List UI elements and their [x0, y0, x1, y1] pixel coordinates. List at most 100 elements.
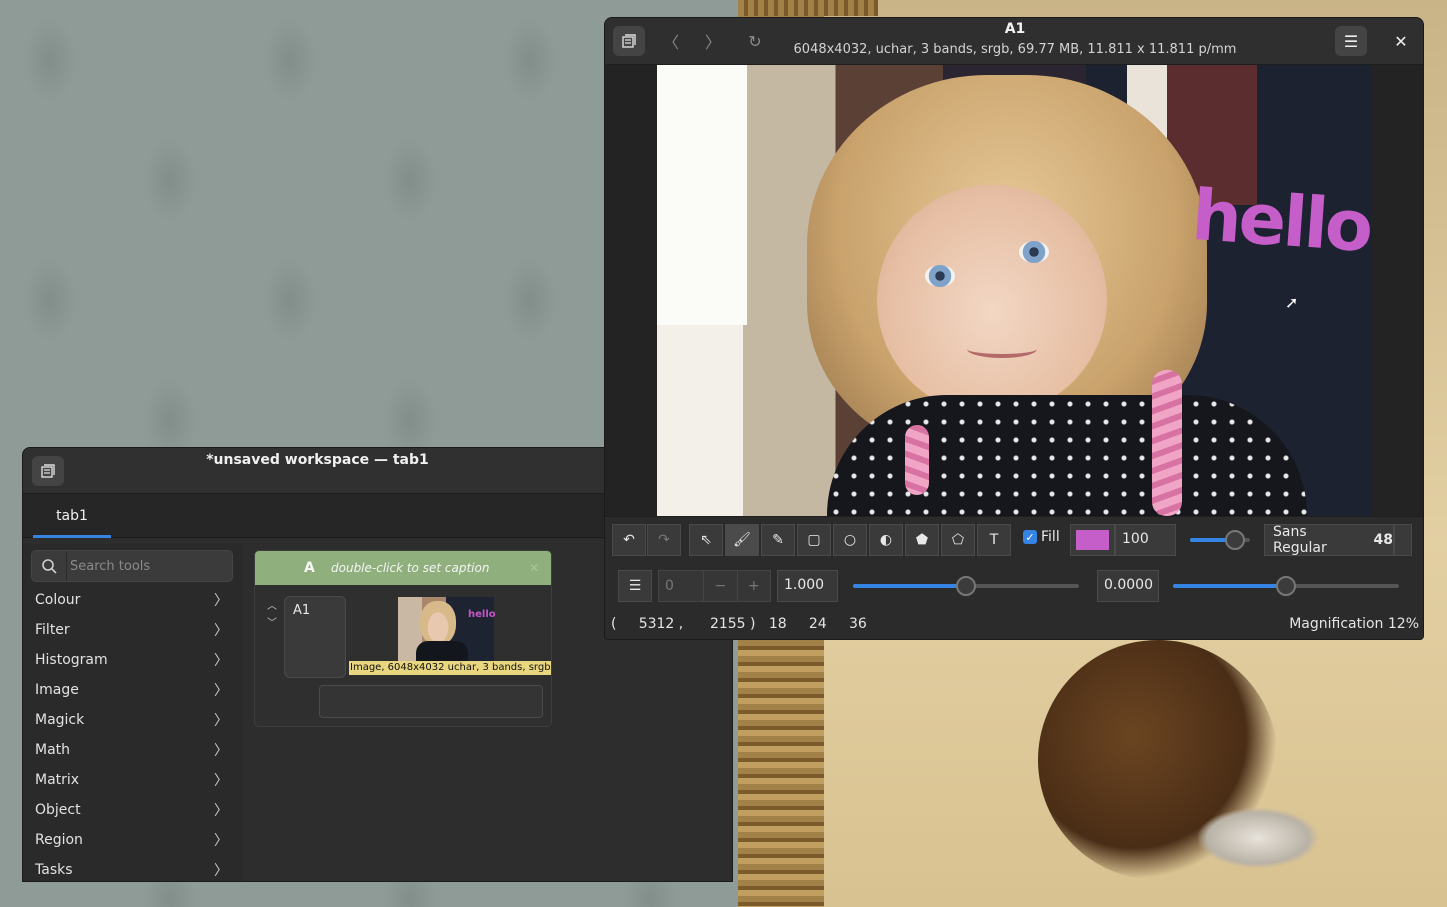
- node-expander[interactable]: ︿ ﹀: [265, 597, 279, 629]
- slider-knob[interactable]: [956, 576, 976, 596]
- column-node-a[interactable]: A double-click to set caption ✕ ︿ ﹀ A1 h…: [254, 550, 552, 727]
- offset-slider[interactable]: [1173, 576, 1399, 596]
- photo-face: [877, 185, 1107, 415]
- search-tools-input[interactable]: [70, 551, 230, 581]
- node-letter: A: [304, 560, 315, 576]
- viewer-menu-button[interactable]: ☰: [1335, 26, 1367, 56]
- ink-value-entry[interactable]: 100: [1115, 524, 1176, 556]
- display-menu-button[interactable]: ☰: [618, 570, 652, 602]
- chevron-right-icon: 〉: [214, 683, 228, 699]
- chevron-down-icon[interactable]: ﹀: [267, 614, 277, 629]
- category-magick[interactable]: Magick 〉: [23, 705, 242, 735]
- smudge-tool-button[interactable]: ⬠: [941, 524, 975, 556]
- redo-button[interactable]: ↷: [647, 524, 681, 556]
- category-object[interactable]: Object 〉: [23, 795, 242, 825]
- slider-fill: [853, 584, 966, 588]
- page-increment-button[interactable]: +: [736, 571, 770, 601]
- slider-knob[interactable]: [1276, 576, 1296, 596]
- scale-slider[interactable]: [853, 576, 1079, 596]
- image-thumbnail[interactable]: hello: [398, 597, 496, 661]
- back-button[interactable]: 〈: [655, 26, 687, 56]
- node-expression-entry[interactable]: [319, 685, 543, 718]
- chevron-right-icon: 〉: [214, 593, 228, 609]
- font-overflow-button[interactable]: [1394, 524, 1412, 556]
- fill-label: Fill: [1041, 529, 1060, 545]
- display-control-bar: ☰ 0 − + 1.000 0.0000: [605, 561, 1423, 611]
- scale-entry[interactable]: 1.000: [777, 570, 838, 602]
- fill-checkbox[interactable]: ✓ Fill: [1023, 529, 1060, 545]
- page-decrement-button[interactable]: −: [703, 571, 736, 601]
- chevron-right-icon: 〉: [214, 623, 228, 639]
- brush-size-slider[interactable]: [1190, 530, 1250, 550]
- viewer-canvas[interactable]: hello ➚: [605, 65, 1423, 516]
- magnification-label: Magnification 12%: [1289, 616, 1419, 632]
- redo-icon: ↷: [658, 532, 670, 548]
- hamburger-icon: ☰: [1343, 31, 1359, 51]
- paint-toolbar: ↶ ↷ ⇖ 🖌︎ ✎ ▢ ○ ◐ ⬟ ⬠ T ✓ Fill 100 Sans R…: [605, 516, 1423, 561]
- pages-icon: [622, 34, 636, 48]
- thumbnail-face: [420, 601, 456, 645]
- forward-button[interactable]: 〉: [697, 26, 729, 56]
- search-box: [31, 550, 233, 582]
- text-tool-button[interactable]: T: [977, 524, 1011, 556]
- page-spin-button[interactable]: 0 − +: [658, 570, 771, 602]
- font-chooser-button[interactable]: Sans Regular 48: [1264, 524, 1394, 556]
- category-matrix[interactable]: Matrix 〉: [23, 765, 242, 795]
- pixel-coordinates: ( 5312 , 2155 ) 18 24 36: [611, 616, 867, 632]
- tab-tab1[interactable]: tab1: [33, 494, 111, 538]
- contrast-icon: ◐: [879, 532, 893, 548]
- category-label: Matrix: [35, 772, 80, 788]
- displayed-image[interactable]: hello ➚: [657, 65, 1372, 516]
- chevron-up-icon[interactable]: ︿: [267, 597, 277, 612]
- slider-knob[interactable]: [1225, 530, 1245, 550]
- node-header[interactable]: A double-click to set caption ✕: [255, 551, 551, 585]
- rectangle-tool-button[interactable]: ▢: [797, 524, 831, 556]
- ink-colour-swatch: [1076, 530, 1109, 550]
- flood-tool-button[interactable]: ◐: [869, 524, 903, 556]
- pencil-icon: ✎: [772, 532, 784, 548]
- viewer-image-info: 6048x4032, uchar, 3 bands, srgb, 69.77 M…: [793, 42, 1237, 57]
- category-image[interactable]: Image 〉: [23, 675, 242, 705]
- font-size: 48: [1373, 532, 1393, 548]
- painted-hello-text: hello: [1189, 173, 1372, 269]
- viewer-header: 〈 〉 ↻ A1 6048x4032, uchar, 3 bands, srgb…: [605, 18, 1423, 65]
- fill-bucket-icon: ⬟: [915, 532, 929, 548]
- category-label: Region: [35, 832, 83, 848]
- viewer-pages-button[interactable]: [613, 26, 645, 56]
- close-icon[interactable]: ✕: [529, 561, 539, 575]
- category-tasks[interactable]: Tasks 〉: [23, 855, 242, 881]
- photo-window-light: [657, 65, 747, 325]
- node-caption[interactable]: double-click to set caption: [331, 561, 489, 575]
- ink-colour-button[interactable]: [1070, 524, 1115, 556]
- chevron-right-icon: 〉: [214, 743, 228, 759]
- close-button[interactable]: ✕: [1385, 26, 1417, 56]
- chevron-right-icon: 〉: [214, 713, 228, 729]
- chevron-right-icon: 〉: [214, 803, 228, 819]
- close-icon: ✕: [1394, 31, 1408, 51]
- undo-button[interactable]: ↶: [612, 524, 646, 556]
- page-value[interactable]: 0: [659, 571, 703, 601]
- category-label: Object: [35, 802, 81, 818]
- row-name-a1[interactable]: A1: [284, 596, 346, 678]
- category-math[interactable]: Math 〉: [23, 735, 242, 765]
- category-label: Filter: [35, 622, 70, 638]
- category-label: Image: [35, 682, 79, 698]
- offset-entry[interactable]: 0.0000: [1097, 570, 1159, 602]
- chevron-right-icon: 〉: [214, 863, 228, 879]
- category-colour[interactable]: Colour 〉: [23, 585, 242, 615]
- pen-tool-button[interactable]: ✎: [761, 524, 795, 556]
- category-filter[interactable]: Filter 〉: [23, 615, 242, 645]
- workspace-title: *unsaved workspace — tab1: [206, 452, 429, 468]
- painting-frame-top: [738, 0, 878, 16]
- ellipse-tool-button[interactable]: ○: [833, 524, 867, 556]
- polygon-icon: ⬠: [951, 532, 965, 548]
- brush-tool-button[interactable]: 🖌︎: [725, 524, 759, 556]
- select-tool-button[interactable]: ⇖: [689, 524, 723, 556]
- category-label: Magick: [35, 712, 85, 728]
- checkmark-icon: ✓: [1023, 530, 1037, 544]
- status-bar: ( 5312 , 2155 ) 18 24 36 Magnification 1…: [605, 611, 1423, 639]
- category-region[interactable]: Region 〉: [23, 825, 242, 855]
- brush-icon: 🖌︎: [733, 532, 751, 548]
- category-histogram[interactable]: Histogram 〉: [23, 645, 242, 675]
- fill-tool-button[interactable]: ⬟: [905, 524, 939, 556]
